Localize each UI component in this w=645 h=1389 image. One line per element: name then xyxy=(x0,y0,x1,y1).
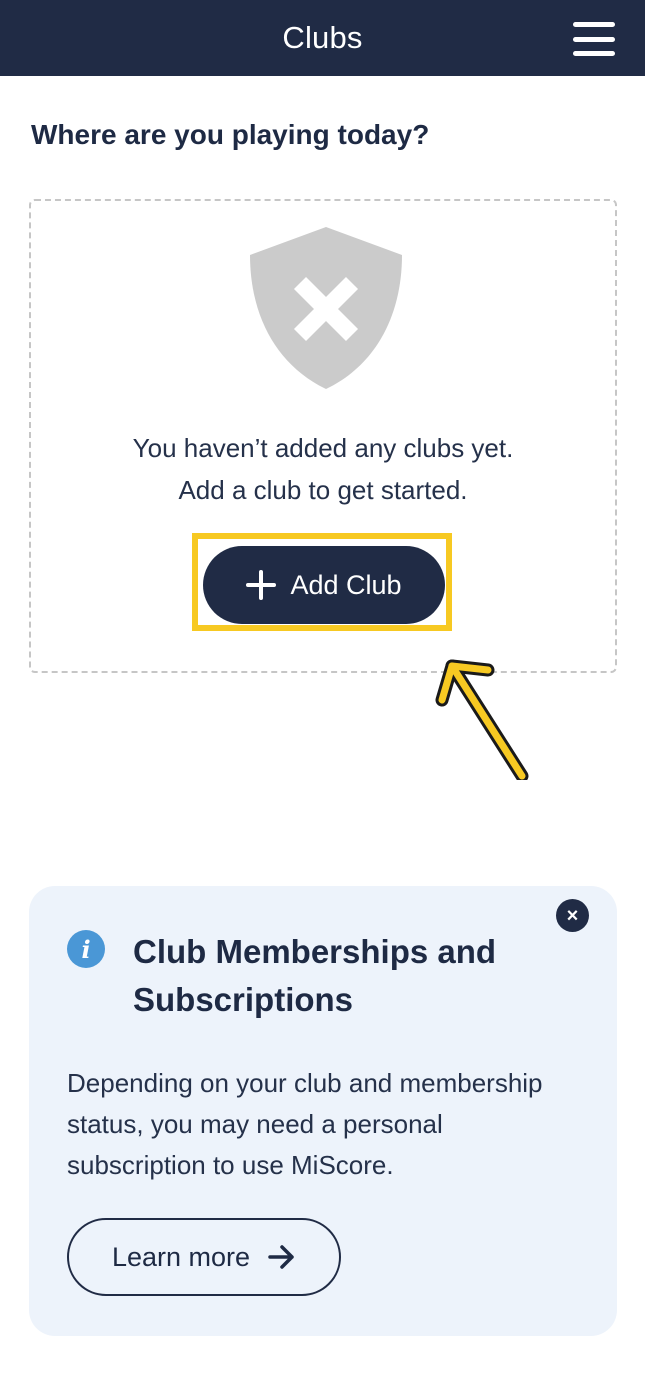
info-icon: i xyxy=(67,930,105,968)
info-card-body: Depending on your club and membership st… xyxy=(67,1068,543,1180)
info-card-title: Club Memberships and Subscriptions xyxy=(133,933,497,1018)
section-heading: Where are you playing today? xyxy=(31,119,430,150)
learn-more-label: Learn more xyxy=(111,1241,251,1272)
menu-line xyxy=(573,22,615,27)
menu-line xyxy=(573,36,615,42)
empty-state-message: You haven’t added any clubs yet. Add a c… xyxy=(31,427,615,511)
add-club-label: Add Club xyxy=(290,569,402,600)
shield-x-icon xyxy=(250,227,402,389)
hamburger-menu-icon[interactable] xyxy=(573,22,615,56)
memberships-info-card: × i Club Memberships and Subscriptions D… xyxy=(29,886,617,1336)
empty-state-line-1: You haven’t added any clubs yet. xyxy=(132,433,514,463)
add-club-button[interactable]: Add Club xyxy=(203,546,445,624)
empty-clubs-card: You haven’t added any clubs yet. Add a c… xyxy=(29,199,617,673)
page-title: Clubs xyxy=(282,20,363,55)
menu-line xyxy=(573,51,615,56)
app-header: Clubs xyxy=(0,0,645,76)
empty-state-line-2: Add a club to get started. xyxy=(178,475,468,505)
plus-icon xyxy=(246,570,277,600)
learn-more-button[interactable]: Learn more xyxy=(67,1218,341,1296)
arrow-right-icon xyxy=(268,1245,294,1269)
